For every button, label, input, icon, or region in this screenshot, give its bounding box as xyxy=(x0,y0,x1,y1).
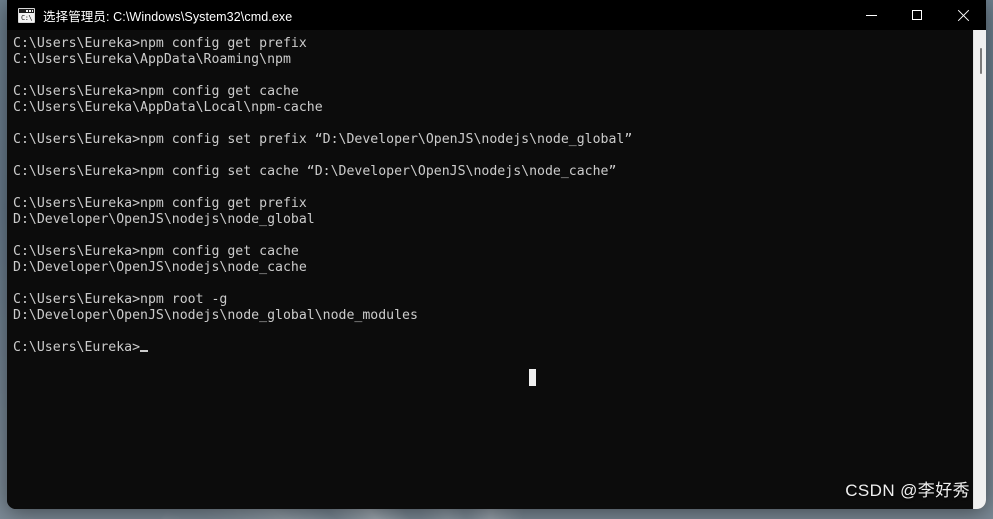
console-line: C:\Users\Eureka>npm config get cache xyxy=(13,244,299,259)
console-line: C:\Users\Eureka>npm config set prefix “D… xyxy=(13,132,633,147)
console-line: D:\Developer\OpenJS\nodejs\node_global xyxy=(13,212,315,227)
scrollbar-thumb[interactable] xyxy=(980,48,982,74)
console-line: C:\Users\Eureka>npm root -g xyxy=(13,292,228,307)
maximize-icon xyxy=(912,10,922,20)
window-titlebar[interactable]: C:\ 选择管理员: C:\Windows\System32\cmd.exe xyxy=(7,0,986,30)
cmd-icon-prompt-glyph: C:\ xyxy=(21,13,33,22)
window-controls xyxy=(848,0,986,30)
console-line: C:\Users\Eureka\AppData\Local\npm-cache xyxy=(13,100,323,115)
console-caret xyxy=(140,350,149,352)
minimize-icon xyxy=(865,14,877,16)
console-line: C:\Users\Eureka>npm config get prefix xyxy=(13,36,307,51)
console-scrollbar[interactable] xyxy=(973,30,986,509)
console-body[interactable]: C:\Users\Eureka>npm config get prefix C:\… xyxy=(7,30,986,509)
console-prompt-line: C:\Users\Eureka> xyxy=(13,340,973,356)
console-line: C:\Users\Eureka>npm config get prefix xyxy=(13,196,307,211)
console-line: C:\Users\Eureka\AppData\Roaming\npm xyxy=(13,52,291,67)
close-button[interactable] xyxy=(940,0,986,30)
cmd-icon: C:\ xyxy=(18,7,35,23)
cmd-console-window: C:\ 选择管理员: C:\Windows\System32\cmd.exe C… xyxy=(7,0,986,509)
window-title: 选择管理员: C:\Windows\System32\cmd.exe xyxy=(43,9,293,24)
console-line: D:\Developer\OpenJS\nodejs\node_global\n… xyxy=(13,308,418,323)
cmd-icon-titlebar-stripe xyxy=(19,8,34,13)
console-prompt-text: C:\Users\Eureka> xyxy=(13,340,141,355)
minimize-button[interactable] xyxy=(848,0,894,30)
console-line: C:\Users\Eureka>npm config get cache xyxy=(13,84,299,99)
text-ibeam-cursor xyxy=(529,369,536,386)
console-line: C:\Users\Eureka>npm config set cache “D:… xyxy=(13,164,617,179)
close-icon xyxy=(957,9,969,21)
maximize-button[interactable] xyxy=(894,0,940,30)
console-line: D:\Developer\OpenJS\nodejs\node_cache xyxy=(13,260,307,275)
console-output[interactable]: C:\Users\Eureka>npm config get prefix C:\… xyxy=(7,30,973,509)
